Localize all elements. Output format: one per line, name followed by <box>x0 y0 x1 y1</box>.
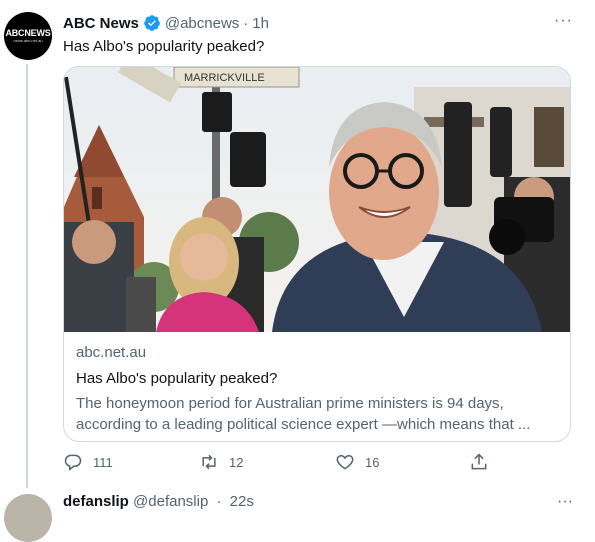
share-icon <box>471 453 487 470</box>
card-title: Has Albo's popularity peaked? <box>76 370 278 387</box>
separator-dot: · <box>243 14 249 32</box>
tweet-actions: 111 12 16 <box>63 452 543 476</box>
more-options-icon[interactable]: ··· <box>554 12 573 30</box>
card-description: The honeymoon period for Australian prim… <box>76 395 531 433</box>
next-separator-dot: · <box>216 493 222 510</box>
street-sign-marrickville: MARRICKVILLE <box>184 72 265 84</box>
retweet-count: 12 <box>229 454 244 470</box>
abc-logo-text: ABCNEWS <box>5 28 51 38</box>
tweet-header: ABC News @abcnews · 1h <box>63 13 269 33</box>
card-domain: abc.net.au <box>76 344 147 361</box>
author-name[interactable]: ABC News <box>63 15 139 32</box>
reply-count: 111 <box>93 454 113 470</box>
link-preview-card[interactable]: MARRICKVILLE abc.net.au Has Albo's popul… <box>63 66 571 442</box>
retweet-button[interactable]: 12 <box>199 452 243 472</box>
share-button[interactable] <box>469 452 499 472</box>
reply-icon <box>64 454 82 472</box>
next-author-name[interactable]: defanslip <box>63 493 129 510</box>
article-photo: MARRICKVILLE <box>64 67 570 332</box>
tweet-text: Has Albo's popularity peaked? <box>63 38 265 55</box>
reply-button[interactable]: 111 <box>63 452 113 472</box>
next-more-options-icon[interactable]: ··· <box>557 493 573 511</box>
next-tweet-avatar[interactable] <box>4 494 52 542</box>
verified-badge-icon <box>143 14 161 32</box>
heart-icon <box>336 454 354 470</box>
tweet-timestamp[interactable]: 1h <box>252 15 269 32</box>
author-handle[interactable]: @abcnews <box>165 15 239 32</box>
like-button[interactable]: 16 <box>335 452 379 472</box>
retweet-icon <box>202 454 216 470</box>
card-meta: abc.net.au Has Albo's popularity peaked?… <box>76 343 556 435</box>
abc-news-avatar[interactable]: ABCNEWS news.abc.net.au <box>4 12 52 60</box>
next-tweet-timestamp[interactable]: 22s <box>230 493 254 510</box>
thread-line <box>26 64 28 488</box>
next-author-handle[interactable]: @defanslip <box>133 493 208 510</box>
like-count: 16 <box>365 454 380 470</box>
abc-logo-subtext: news.abc.net.au <box>13 38 43 43</box>
next-tweet-header: defanslip @defanslip · 22s <box>63 493 254 510</box>
